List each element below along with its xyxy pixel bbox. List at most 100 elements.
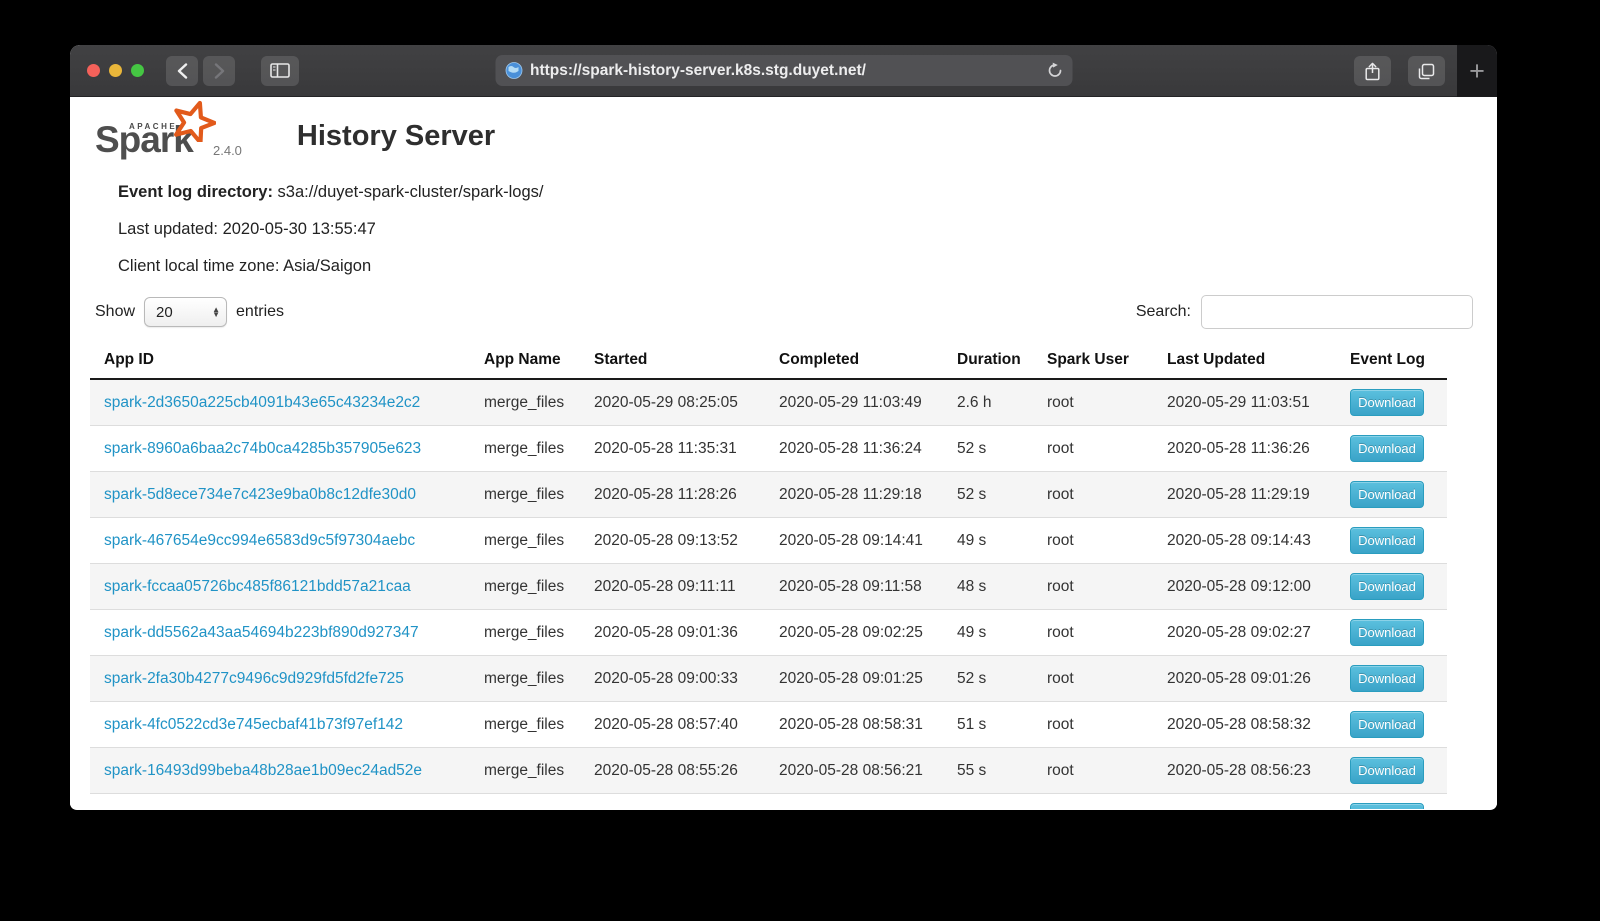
sidebar-toggle-button[interactable]: [261, 56, 299, 86]
download-button[interactable]: Download: [1350, 711, 1424, 738]
col-header-spark-user[interactable]: Spark User: [1033, 344, 1153, 379]
app-id-link[interactable]: spark-5d8ece734e7c423e9ba0b8c12dfe30d0: [104, 486, 416, 503]
duration-cell: 1.3 min: [943, 794, 1033, 810]
last-updated-cell: 2020-05-28 09:14:43: [1153, 518, 1336, 564]
forward-button[interactable]: [203, 56, 235, 86]
completed-cell: 2020-05-28 09:14:41: [765, 518, 943, 564]
select-stepper-icon: ▲▼: [212, 307, 220, 317]
table-row: spark-16493d99beba48b28ae1b09ec24ad52e m…: [90, 748, 1447, 794]
app-id-link[interactable]: spark-2fa30b4277c9496c9d929fd5fd2fe725: [104, 670, 404, 687]
browser-window: https://spark-history-server.k8s.stg.duy…: [70, 45, 1497, 810]
col-header-started[interactable]: Started: [580, 344, 765, 379]
page-content: APACHE Spark 2.4.0 History Server Event …: [70, 97, 1497, 809]
search-input[interactable]: [1201, 295, 1473, 329]
event-log-directory: Event log directory: s3a://duyet-spark-c…: [118, 183, 1497, 202]
duration-cell: 51 s: [943, 702, 1033, 748]
table-row: spark-dd5562a43aa54694b223bf890d927347 m…: [90, 610, 1447, 656]
started-cell: 2020-05-28 08:57:40: [580, 702, 765, 748]
spark-user-cell: root: [1033, 564, 1153, 610]
page-title: History Server: [297, 120, 495, 153]
download-button[interactable]: Download: [1350, 573, 1424, 600]
spark-logo: APACHE Spark: [95, 107, 205, 161]
download-button[interactable]: Download: [1350, 389, 1424, 416]
started-cell: 2020-05-28 09:11:11: [580, 564, 765, 610]
col-header-app-id[interactable]: App ID: [90, 344, 470, 379]
spark-user-cell: root: [1033, 748, 1153, 794]
last-updated-cell: 2020-05-28 09:12:00: [1153, 564, 1336, 610]
app-id-link[interactable]: spark-16493d99beba48b28ae1b09ec24ad52e: [104, 762, 422, 779]
table-header-row: App ID App Name Started Completed Durati…: [90, 344, 1447, 379]
spark-user-cell: root: [1033, 379, 1153, 426]
download-button[interactable]: Download: [1350, 435, 1424, 462]
table-row: spark-4fc0522cd3e745ecbaf41b73f97ef142 m…: [90, 702, 1447, 748]
zoom-window-button[interactable]: [131, 64, 144, 77]
new-tab-button[interactable]: +: [1457, 45, 1497, 97]
app-name-cell: merge_files: [470, 379, 580, 426]
started-cell: 2020-05-28 08:55:26: [580, 748, 765, 794]
share-icon: [1365, 62, 1380, 81]
app-id-link[interactable]: spark-8960a6baa2c74b0ca4285b357905e623: [104, 440, 421, 457]
col-header-duration[interactable]: Duration: [943, 344, 1033, 379]
plus-icon: +: [1469, 56, 1485, 87]
download-button[interactable]: Download: [1350, 665, 1424, 692]
event-log-label: Event log directory:: [118, 183, 273, 201]
download-button[interactable]: Download: [1350, 803, 1424, 809]
globe-icon: [505, 62, 522, 79]
traffic-lights: [87, 64, 144, 77]
started-cell: 2020-05-28 11:35:31: [580, 426, 765, 472]
app-name-cell: merge_files: [470, 564, 580, 610]
entries-select[interactable]: 20 ▲▼: [144, 297, 227, 327]
app-id-link[interactable]: spark-467654e9cc994e6583d9c5f97304aebc: [104, 532, 415, 549]
table-row: spark-2fa30b4277c9496c9d929fd5fd2fe725 m…: [90, 656, 1447, 702]
last-updated-line: Last updated: 2020-05-30 13:55:47: [118, 220, 1497, 239]
duration-cell: 55 s: [943, 748, 1033, 794]
app-name-cell: merge_files: [470, 472, 580, 518]
duration-cell: 49 s: [943, 610, 1033, 656]
table-row: spark-87301b89320f4a3fb671a904c4fad799 m…: [90, 794, 1447, 810]
last-updated-cell: 2020-05-28 09:01:26: [1153, 656, 1336, 702]
last-updated-cell: 2020-05-28 11:29:19: [1153, 472, 1336, 518]
spark-user-cell: root: [1033, 794, 1153, 810]
app-id-link[interactable]: spark-4fc0522cd3e745ecbaf41b73f97ef142: [104, 716, 403, 733]
app-id-link[interactable]: spark-87301b89320f4a3fb671a904c4fad799: [104, 808, 409, 810]
back-button[interactable]: [166, 56, 198, 86]
app-id-link[interactable]: spark-fccaa05726bc485f86121bdd57a21caa: [104, 578, 411, 595]
chevron-left-icon: [177, 63, 188, 79]
last-updated-cell: 2020-05-28 11:36:26: [1153, 426, 1336, 472]
completed-cell: 2020-05-28 11:36:24: [765, 426, 943, 472]
reload-icon[interactable]: [1047, 62, 1062, 79]
entries-label: entries: [236, 303, 284, 321]
download-button[interactable]: Download: [1350, 619, 1424, 646]
duration-cell: 2.6 h: [943, 379, 1033, 426]
completed-cell: 2020-05-28 09:11:58: [765, 564, 943, 610]
last-updated-cell: 2020-05-28 08:55:30: [1153, 794, 1336, 810]
download-button[interactable]: Download: [1350, 481, 1424, 508]
app-name-cell: merge_files: [470, 518, 580, 564]
show-tabs-button[interactable]: [1408, 56, 1445, 86]
download-button[interactable]: Download: [1350, 527, 1424, 554]
app-name-cell: merge_files: [470, 794, 580, 810]
app-name-cell: merge_files: [470, 610, 580, 656]
download-button[interactable]: Download: [1350, 757, 1424, 784]
entries-select-value: 20: [156, 304, 173, 321]
spark-version: 2.4.0: [213, 143, 242, 158]
completed-cell: 2020-05-28 08:58:31: [765, 702, 943, 748]
app-id-link[interactable]: spark-dd5562a43aa54694b223bf890d927347: [104, 624, 419, 641]
duration-cell: 52 s: [943, 472, 1033, 518]
col-header-last-updated[interactable]: Last Updated: [1153, 344, 1336, 379]
completed-cell: 2020-05-28 08:56:21: [765, 748, 943, 794]
show-label: Show: [95, 303, 135, 321]
started-cell: 2020-05-28 11:28:26: [580, 472, 765, 518]
col-header-app-name[interactable]: App Name: [470, 344, 580, 379]
app-id-link[interactable]: spark-2d3650a225cb4091b43e65c43234e2c2: [104, 394, 420, 411]
duration-cell: 52 s: [943, 426, 1033, 472]
close-window-button[interactable]: [87, 64, 100, 77]
share-button[interactable]: [1354, 56, 1391, 86]
spark-user-cell: root: [1033, 702, 1153, 748]
spark-user-cell: root: [1033, 656, 1153, 702]
col-header-completed[interactable]: Completed: [765, 344, 943, 379]
address-bar[interactable]: https://spark-history-server.k8s.stg.duy…: [495, 55, 1072, 86]
last-updated-cell: 2020-05-28 08:58:32: [1153, 702, 1336, 748]
minimize-window-button[interactable]: [109, 64, 122, 77]
col-header-event-log[interactable]: Event Log: [1336, 344, 1447, 379]
